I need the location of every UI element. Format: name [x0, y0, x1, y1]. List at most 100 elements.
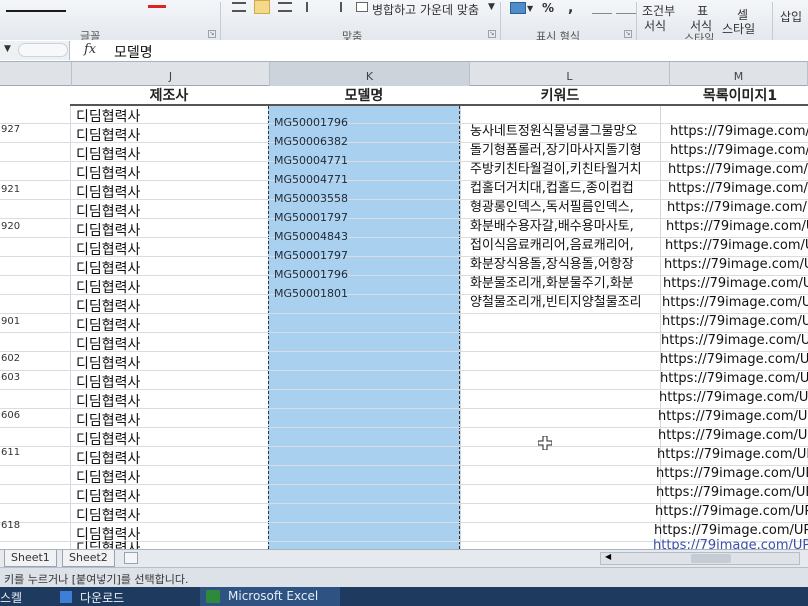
scroll-thumb[interactable]: [691, 554, 731, 563]
cell-manufacturer[interactable]: 디딤협력사: [76, 448, 140, 468]
cell-image-url[interactable]: https://79image.com/UP: [663, 276, 808, 291]
cell-image-url[interactable]: https://79image.com/UP: [668, 181, 808, 196]
cell-keyword[interactable]: 접이식음료캐리어,음료캐리어,: [470, 234, 660, 253]
cell-model[interactable]: MG50006382: [274, 135, 348, 148]
font-color-strip[interactable]: [6, 2, 66, 12]
worksheet-grid[interactable]: 제조사 모델명 키워드 목록이미지1 927 921 920 901 602 6…: [0, 86, 808, 557]
cell-manufacturer[interactable]: 디딤협력사: [76, 125, 140, 145]
cell-image-url[interactable]: https://79image.com/UPM: [662, 295, 808, 310]
align-dialog-launcher-icon[interactable]: ↘: [488, 30, 496, 38]
cell-model[interactable]: MG50004771: [274, 173, 348, 186]
merge-dropdown-icon[interactable]: ▼: [488, 2, 495, 12]
cell-image-url[interactable]: https://79image.com/UPMD: [654, 523, 808, 538]
row-number[interactable]: 611: [0, 447, 36, 458]
cell-image-url[interactable]: https://79image.com/UP: [668, 162, 808, 177]
taskbar-download[interactable]: 다운로드: [80, 589, 124, 606]
accounting-format-icon[interactable]: [510, 2, 526, 14]
cell-image-url[interactable]: https://79image.com/UP: [670, 143, 808, 158]
cell-manufacturer[interactable]: 디딤협력사: [76, 201, 140, 221]
taskbar-excel-button[interactable]: Microsoft Excel: [200, 587, 340, 606]
cell-model[interactable]: MG50004771: [274, 154, 348, 167]
conditional-format-label-2[interactable]: 서식: [644, 17, 666, 34]
horizontal-scrollbar[interactable]: ◀: [600, 552, 800, 565]
cell-model[interactable]: MG50003558: [274, 192, 348, 205]
header-list-image[interactable]: 목록이미지1: [660, 86, 808, 106]
cell-image-url[interactable]: https://79image.com/UPM: [662, 314, 808, 329]
name-box-dropdown-icon[interactable]: ▼: [4, 44, 11, 54]
row-number[interactable]: 921: [0, 184, 36, 195]
cell-model[interactable]: MG50001797: [274, 249, 348, 262]
formula-bar-grip[interactable]: [18, 43, 68, 57]
cell-manufacturer[interactable]: 디딤협력사: [76, 391, 140, 411]
cell-image-url[interactable]: https://79image.com/UPM: [658, 409, 808, 424]
cell-image-url[interactable]: https://79image.com/UPM: [660, 371, 808, 386]
cell-manufacturer[interactable]: 디딤협력사: [76, 296, 140, 316]
column-header-k[interactable]: K: [270, 62, 470, 86]
row-number[interactable]: 920: [0, 221, 36, 232]
font-dialog-launcher-icon[interactable]: ↘: [208, 30, 216, 38]
cell-image-url[interactable]: https://79image.com/UPM: [659, 390, 808, 405]
cell-manufacturer[interactable]: 디딤협력사: [76, 334, 140, 354]
scroll-left-icon[interactable]: ◀: [605, 552, 611, 561]
new-sheet-icon[interactable]: [124, 552, 138, 564]
cell-image-url[interactable]: https://79image.com/UPM: [661, 333, 808, 348]
taskbar-start[interactable]: 스켈: [0, 589, 22, 606]
cell-manufacturer[interactable]: 디딤협력사: [76, 410, 140, 430]
cell-manufacturer[interactable]: 디딤협력사: [76, 106, 140, 126]
cell-image-url[interactable]: https://79image.com/UP: [670, 124, 808, 139]
cell-model[interactable]: MG50004843: [274, 230, 348, 243]
sheet-tab-2[interactable]: Sheet2: [62, 550, 115, 567]
column-header-i[interactable]: [0, 62, 72, 86]
cell-image-url[interactable]: https://79image.com/UP: [664, 257, 808, 272]
cell-image-url[interactable]: https://79image.com/UPMD: [657, 447, 808, 462]
cell-keyword[interactable]: 형광롱인덱스,독서필름인덱스,: [470, 196, 660, 215]
cell-keyword[interactable]: 양철물조리개,빈티지양철물조리: [470, 291, 660, 310]
cell-manufacturer[interactable]: 디딤협력사: [76, 486, 140, 506]
cell-image-url[interactable]: https://79image.com/UP: [666, 219, 808, 234]
cell-image-url[interactable]: https://79image.com/UPMD: [656, 466, 808, 481]
cell-keyword[interactable]: 돌기형폼롤러,장기마사지돌기형: [470, 139, 660, 158]
header-model[interactable]: 모델명: [268, 86, 460, 106]
increase-decimal-icon[interactable]: [592, 2, 612, 14]
cell-image-url[interactable]: https://79image.com/UPM: [660, 352, 808, 367]
cell-style-label-2[interactable]: 스타일: [722, 20, 755, 37]
column-header-l[interactable]: L: [470, 62, 670, 86]
cell-manufacturer[interactable]: 디딤협력사: [76, 429, 140, 449]
cell-manufacturer[interactable]: 디딤협력사: [76, 163, 140, 183]
merge-center-icon[interactable]: [356, 2, 368, 12]
cell-image-url[interactable]: https://79image.com/UP: [665, 238, 808, 253]
indent-increase-icon[interactable]: [326, 2, 342, 12]
align-left-icon[interactable]: [232, 2, 246, 12]
number-dialog-launcher-icon[interactable]: ↘: [624, 30, 632, 38]
insert-function-icon[interactable]: fx: [84, 42, 96, 57]
column-header-j[interactable]: J: [72, 62, 270, 86]
column-header-m[interactable]: M: [670, 62, 808, 86]
cell-keyword[interactable]: 농사네트정원식물넝쿨그물망오: [470, 120, 660, 139]
cell-image-url[interactable]: https://79image.com/UPMD: [655, 504, 808, 519]
header-keyword[interactable]: 키워드: [460, 86, 660, 106]
decrease-decimal-icon[interactable]: [616, 2, 636, 14]
insert-button[interactable]: 삽입: [780, 8, 802, 25]
cell-model[interactable]: MG50001796: [274, 116, 348, 129]
font-color-icon[interactable]: [148, 2, 166, 8]
cell-manufacturer[interactable]: 디딤협력사: [76, 220, 140, 240]
row-number[interactable]: 603: [0, 372, 36, 383]
cell-keyword[interactable]: 주방키친타월걸이,키친타월거치: [470, 158, 660, 177]
comma-button[interactable]: ,: [568, 0, 573, 16]
percent-button[interactable]: %: [542, 1, 554, 15]
cell-keyword[interactable]: 화분물조리개,화분물주기,화분: [470, 272, 660, 291]
cell-model[interactable]: MG50001801: [274, 287, 348, 300]
row-number[interactable]: 618: [0, 520, 36, 531]
cell-manufacturer[interactable]: 디딤협력사: [76, 315, 140, 335]
download-icon[interactable]: [60, 591, 72, 603]
cell-image-url[interactable]: https://79image.com/UP: [667, 200, 808, 215]
cell-manufacturer[interactable]: 디딤협력사: [76, 277, 140, 297]
merge-center-button[interactable]: 병합하고 가운데 맞춤: [372, 1, 479, 18]
cell-model[interactable]: MG50001796: [274, 268, 348, 281]
cell-manufacturer[interactable]: 디딤협력사: [76, 353, 140, 373]
cell-manufacturer[interactable]: 디딤협력사: [76, 182, 140, 202]
row-number[interactable]: 901: [0, 316, 36, 327]
row-number[interactable]: 606: [0, 410, 36, 421]
row-number[interactable]: 602: [0, 353, 36, 364]
cell-manufacturer[interactable]: 디딤협력사: [76, 239, 140, 259]
